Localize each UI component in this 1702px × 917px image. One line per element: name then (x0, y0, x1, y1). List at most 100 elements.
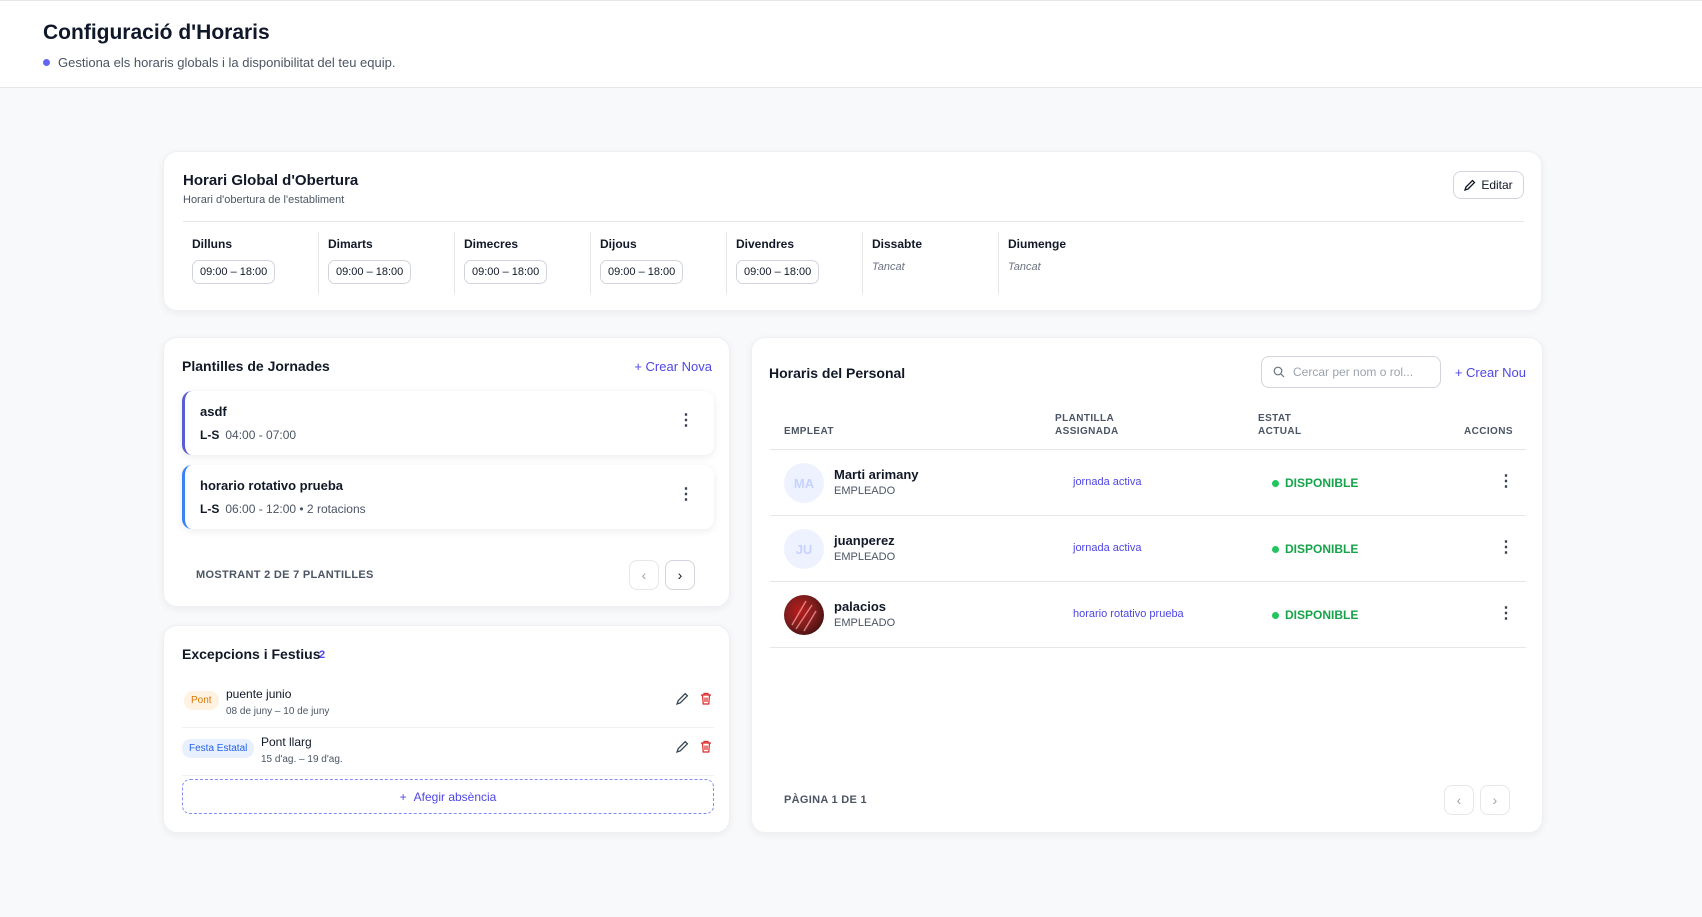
template-name: horario rotativo prueba (200, 478, 344, 493)
template-time: 04:00 - 07:00 (225, 428, 297, 442)
more-vert-icon[interactable]: ⋮ (1498, 606, 1514, 622)
col-template: PLANTILLA ASSIGNADA (1055, 412, 1119, 438)
more-vert-icon[interactable]: ⋮ (1498, 474, 1514, 490)
day-hours: 09:00 – 18:00 (736, 260, 820, 284)
assigned-template-link[interactable]: horario rotativo prueba (1073, 608, 1184, 620)
templates-pager-text: MOSTRANT 2 DE 7 PLANTILLES (196, 569, 374, 581)
pencil-icon[interactable] (676, 740, 689, 753)
template-card[interactable]: horario rotativo prueba L-S 06:00 - 12:00… (182, 465, 714, 529)
exception-dates: 08 de juny – 10 de juny (226, 706, 330, 717)
templates-title: Plantilles de Jornades (182, 358, 330, 374)
status-text: DISPONIBLE (1285, 608, 1359, 622)
template-days: L-S (200, 428, 220, 442)
global-hours-card: Horari Global d'Obertura Horari d'obertu… (163, 151, 1542, 311)
day-hours: 09:00 – 18:00 (328, 260, 412, 284)
employee-name: juanperez (834, 533, 895, 548)
chevron-left-icon: ‹ (641, 567, 647, 583)
edit-button[interactable]: Editar (1453, 171, 1524, 199)
day-name: Dimecres (464, 237, 519, 251)
plus-icon: + (399, 789, 407, 804)
add-absence-button[interactable]: + Afegir absència (182, 779, 714, 814)
exception-row: Festa Estatal Pont llarg 15 d'ag. – 19 d… (182, 729, 714, 776)
create-staff-link[interactable]: + Crear Nou (1455, 365, 1526, 380)
create-template-link[interactable]: + Crear Nova (634, 359, 712, 374)
day-wednesday: Dimecres 09:00 – 18:00 (455, 232, 591, 294)
template-days: L-S (200, 502, 220, 516)
day-name: Dissabte (872, 237, 923, 251)
day-name: Divendres (736, 237, 795, 251)
staff-schedules-card: Horaris del Personal Cercar per nom o ro… (751, 337, 1543, 833)
day-closed: Tancat (872, 261, 905, 273)
search-input[interactable]: Cercar per nom o rol... (1261, 356, 1441, 388)
col-status-line-1: ESTAT (1258, 413, 1292, 424)
day-hours: 09:00 – 18:00 (600, 260, 684, 284)
exception-dates: 15 d'ag. – 19 d'ag. (261, 754, 343, 765)
trash-icon[interactable] (700, 692, 712, 705)
employee-role: EMPLEADO (834, 617, 896, 629)
status-dot-icon (1272, 479, 1279, 487)
global-hours-subtitle: Horari d'obertura de l'establiment (183, 194, 345, 206)
add-absence-label: Afegir absència (413, 789, 497, 804)
day-name: Dimarts (328, 237, 373, 251)
day-closed: Tancat (1008, 261, 1041, 273)
employee-role: EMPLEADO (834, 551, 896, 563)
day-hours: 09:00 – 18:00 (192, 260, 276, 284)
prev-page-button[interactable]: ‹ (1444, 785, 1474, 815)
search-icon (1273, 366, 1285, 378)
assigned-template-link[interactable]: jornada activa (1073, 476, 1142, 488)
pencil-icon[interactable] (676, 692, 689, 705)
staff-pager-text: PÀGINA 1 DE 1 (784, 794, 867, 806)
more-vert-icon[interactable]: ⋮ (678, 487, 694, 503)
profile-photo-icon (791, 600, 817, 632)
col-status: ESTAT ACTUAL (1258, 412, 1302, 438)
day-thursday: Dijous 09:00 – 18:00 (591, 232, 727, 294)
exception-badge: Festa Estatal (182, 739, 255, 758)
search-placeholder: Cercar per nom o rol... (1293, 365, 1414, 379)
exceptions-count: 2 (319, 649, 326, 661)
exception-name: Pont llarg (261, 735, 312, 749)
page-subtitle: Gestiona els horaris globals i la dispon… (43, 55, 395, 70)
more-vert-icon[interactable]: ⋮ (1498, 540, 1514, 556)
avatar: MA (784, 463, 824, 503)
exception-badge: Pont (184, 691, 219, 710)
prev-page-button[interactable]: ‹ (629, 560, 659, 590)
col-template-line-1: PLANTILLA (1055, 413, 1115, 424)
page-header: Configuració d'Horaris Gestiona els hora… (0, 0, 1702, 88)
status-badge: DISPONIBLE (1272, 542, 1358, 556)
status-badge: DISPONIBLE (1272, 476, 1358, 490)
next-page-button[interactable]: › (665, 560, 695, 590)
day-name: Dijous (600, 237, 637, 251)
exception-name: puente junio (226, 687, 292, 701)
day-saturday: Dissabte Tancat (863, 232, 999, 294)
shift-templates-card: Plantilles de Jornades + Crear Nova asdf… (163, 337, 730, 607)
employee-name: Marti arimany (834, 467, 919, 482)
more-vert-icon[interactable]: ⋮ (678, 413, 694, 429)
template-card[interactable]: asdf L-S 04:00 - 07:00 ⋮ (182, 391, 714, 455)
next-page-button[interactable]: › (1480, 785, 1510, 815)
table-row[interactable]: MA Marti arimany EMPLEADO jornada activa… (770, 450, 1526, 516)
avatar: JU (784, 529, 824, 569)
col-employee: EMPLEAT (784, 426, 834, 437)
exceptions-card: Excepcions i Festius 2 Pont puente junio… (163, 625, 730, 833)
chevron-left-icon: ‹ (1456, 792, 1462, 808)
day-monday: Dilluns 09:00 – 18:00 (183, 232, 319, 294)
table-row[interactable]: palacios EMPLEADO horario rotativo prueb… (770, 582, 1526, 648)
table-row[interactable]: JU juanperez EMPLEADO jornada activa DIS… (770, 516, 1526, 582)
exception-row: Pont puente junio 08 de juny – 10 de jun… (182, 681, 714, 728)
day-tuesday: Dimarts 09:00 – 18:00 (319, 232, 455, 294)
day-friday: Divendres 09:00 – 18:00 (727, 232, 863, 294)
trash-icon[interactable] (700, 740, 712, 753)
assigned-template-link[interactable]: jornada activa (1073, 542, 1142, 554)
day-sunday: Diumenge Tancat (999, 232, 1135, 294)
status-badge: DISPONIBLE (1272, 608, 1358, 622)
weekday-list: Dilluns 09:00 – 18:00 Dimarts 09:00 – 18… (183, 232, 1135, 294)
bullet-dot-icon (43, 59, 50, 66)
pencil-icon (1464, 179, 1476, 191)
chevron-right-icon: › (677, 567, 683, 583)
col-actions: ACCIONS (1464, 426, 1513, 437)
template-meta: L-S 04:00 - 07:00 (200, 428, 296, 442)
status-text: DISPONIBLE (1285, 542, 1359, 556)
col-status-line-2: ACTUAL (1258, 426, 1302, 437)
divider (183, 221, 1524, 222)
status-dot-icon (1272, 611, 1279, 619)
